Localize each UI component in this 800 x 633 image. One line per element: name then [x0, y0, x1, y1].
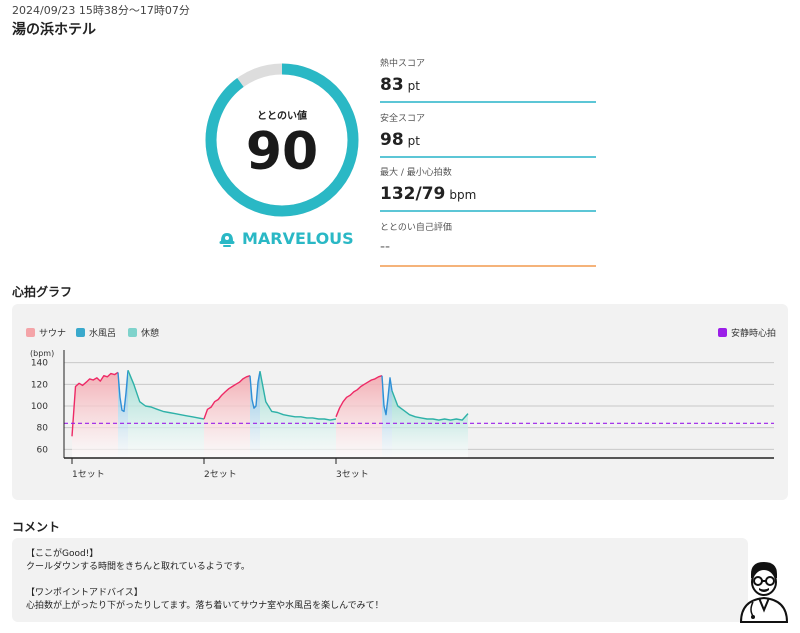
stat-value: 132/79 — [380, 184, 446, 204]
stat-label: 安全スコア — [380, 114, 426, 124]
heart-rate-chart: サウナ 水風呂 休憩 安静時心拍 (bpm) 140 120 100 80 60 1セット 2… — [12, 304, 788, 500]
stat-value: 98 — [380, 130, 404, 150]
y-tick-label: 140 — [31, 359, 48, 369]
stat-label: ととのい自己評価 — [380, 223, 452, 233]
session-datetime: 2024/09/23 15時38分～17時07分 — [12, 4, 190, 17]
rating: MARVELOUS — [218, 229, 354, 248]
stat-underline — [380, 101, 596, 103]
rest-area — [392, 390, 468, 458]
stat-underline — [380, 265, 596, 267]
gauge-value: 90 — [245, 122, 319, 182]
advice-heading: 【ワンポイントアドバイス】 — [26, 588, 143, 598]
good-text: クールダウンする時間をきちんと取れているようです。 — [26, 562, 250, 572]
doctor-avatar-icon — [739, 562, 789, 623]
stat-underline — [380, 156, 596, 158]
stat-unit: pt — [407, 79, 420, 93]
set-label: 1セット — [72, 469, 105, 480]
y-tick-label: 120 — [31, 380, 48, 390]
stat-heat-score: 熱中スコア 83 pt — [380, 56, 596, 103]
stat-heart-rate: 最大 / 最小心拍数 132/79 bpm — [380, 165, 596, 212]
sauna-area — [204, 375, 250, 458]
stat-self-evaluation[interactable]: ととのい自己評価 -- — [380, 220, 596, 267]
sauna-area — [72, 372, 118, 458]
sauna-hat-icon — [219, 232, 235, 247]
gauge-label: ととのい値 — [257, 111, 307, 122]
good-heading: 【ここがGood!】 — [26, 549, 99, 559]
chart-section-title: 心拍グラフ — [12, 285, 73, 299]
stat-label: 最大 / 最小心拍数 — [380, 168, 452, 178]
stat-underline — [380, 210, 596, 212]
stat-safety-score: 安全スコア 98 pt — [380, 111, 596, 158]
rest-area — [128, 370, 204, 458]
stat-unit: bpm — [449, 188, 477, 202]
y-tick-label: 60 — [37, 445, 49, 455]
chart-plot: (bpm)140 120 100 80 60 1セット 2セット 3セット — [30, 349, 774, 480]
set-label: 3セット — [336, 469, 369, 480]
y-tick-label: 80 — [37, 424, 49, 434]
comment-box: 【ここがGood!】 クールダウンする時間をきちんと取れているようです。 【ワン… — [12, 538, 748, 622]
stat-label: 熱中スコア — [380, 59, 426, 69]
advice-text: 心拍数が上がったり下がったりしてます。落ち着いてサウナ室や水風呂を楽しんでみて！ — [26, 601, 384, 611]
stat-value: -- — [380, 239, 391, 255]
set-label: 2セット — [204, 469, 237, 480]
y-axis-label: (bpm) — [30, 349, 54, 358]
comment-section-title: コメント — [12, 520, 61, 534]
y-tick-label: 100 — [31, 402, 48, 412]
stat-unit: pt — [407, 134, 420, 148]
rating-text: MARVELOUS — [242, 229, 354, 248]
facility-name: 湯の浜ホテル — [12, 22, 96, 38]
stat-value: 83 — [380, 75, 404, 95]
